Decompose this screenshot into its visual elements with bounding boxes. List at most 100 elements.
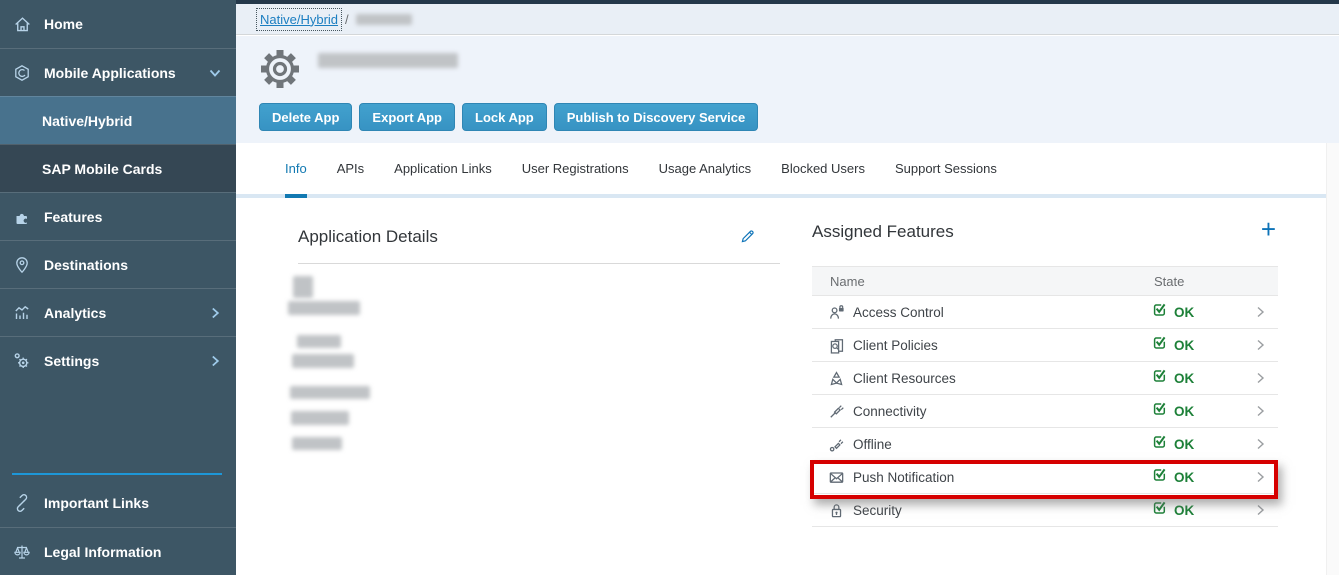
sidebar-item-label: Mobile Applications — [44, 65, 176, 81]
feature-state: OK — [1152, 467, 1194, 487]
redacted-app-name — [318, 53, 458, 68]
redacted-detail-value — [291, 411, 349, 425]
sidebar-footer: Important Links Legal Information — [0, 473, 236, 575]
feature-row-security[interactable]: Security OK — [812, 494, 1278, 527]
feature-state-text: OK — [1174, 338, 1194, 353]
redacted-detail-label — [292, 437, 342, 450]
sidebar-item-sap-mobile-cards[interactable]: SAP Mobile Cards — [0, 144, 236, 192]
redacted-detail-label — [297, 335, 341, 348]
sidebar-item-label: SAP Mobile Cards — [42, 161, 162, 177]
feature-row-offline[interactable]: Offline OK — [812, 428, 1278, 461]
chevron-right-icon — [1252, 502, 1268, 518]
feature-state-text: OK — [1174, 470, 1194, 485]
sidebar-item-native-hybrid[interactable]: Native/Hybrid — [0, 96, 236, 144]
export-app-button[interactable]: Export App — [359, 103, 455, 131]
mobile-applications-icon — [12, 63, 32, 83]
app-header: Delete App Export App Lock App Publish t… — [236, 36, 1339, 143]
breadcrumb: Native/Hybrid / — [236, 4, 1339, 35]
access-control-icon — [828, 304, 845, 321]
tab-application-links[interactable]: Application Links — [394, 143, 492, 198]
sidebar-item-features[interactable]: Features — [0, 192, 236, 240]
ok-state-icon — [1152, 368, 1167, 388]
content-area: Native/Hybrid / Delete App — [236, 0, 1339, 575]
feature-row-push-notification[interactable]: Push Notification OK — [812, 461, 1278, 494]
feature-name: Connectivity — [853, 404, 927, 419]
client-resources-icon — [828, 370, 845, 387]
publish-to-discovery-service-button[interactable]: Publish to Discovery Service — [554, 103, 758, 131]
sidebar-item-important-links[interactable]: Important Links — [0, 479, 236, 527]
sidebar-item-mobile-applications[interactable]: Mobile Applications — [0, 48, 236, 96]
feature-state-text: OK — [1174, 305, 1194, 320]
features-table: Name State — [812, 266, 1278, 527]
column-header-name: Name — [812, 274, 865, 289]
sidebar-item-label: Features — [44, 209, 102, 225]
assigned-features-header: Assigned Features + — [812, 222, 1278, 266]
chevron-right-icon — [1252, 304, 1268, 320]
home-icon — [12, 14, 32, 34]
feature-state-text: OK — [1174, 371, 1194, 386]
sap-mobile-services-window: Home Mobile Applications Native/Hybrid S… — [0, 0, 1339, 575]
sidebar-item-destinations[interactable]: Destinations — [0, 240, 236, 288]
tab-info[interactable]: Info — [285, 143, 307, 198]
add-feature-icon[interactable]: + — [1261, 216, 1276, 242]
feature-row-client-policies[interactable]: Client Policies OK — [812, 329, 1278, 362]
chevron-right-icon — [1252, 436, 1268, 452]
chevron-right-icon — [1252, 337, 1268, 353]
chevron-down-icon — [206, 64, 224, 82]
sidebar-item-label: Destinations — [44, 257, 128, 273]
sidebar-divider — [12, 473, 222, 475]
feature-row-access-control[interactable]: Access Control OK — [812, 296, 1278, 329]
feature-state: OK — [1152, 302, 1194, 322]
delete-app-button[interactable]: Delete App — [259, 103, 352, 131]
sidebar: Home Mobile Applications Native/Hybrid S… — [0, 0, 236, 575]
feature-name: Security — [853, 503, 902, 518]
redacted-detail-text — [288, 301, 360, 315]
redacted-breadcrumb-text — [356, 14, 412, 25]
breadcrumb-link-native-hybrid[interactable]: Native/Hybrid — [260, 12, 338, 27]
connectivity-icon — [828, 403, 845, 420]
destinations-icon — [12, 255, 32, 275]
feature-name: Client Policies — [853, 338, 938, 353]
sidebar-item-analytics[interactable]: Analytics — [0, 288, 236, 336]
feature-row-connectivity[interactable]: Connectivity OK — [812, 395, 1278, 428]
sidebar-item-label: Settings — [44, 353, 99, 369]
chevron-right-icon — [206, 304, 224, 322]
lock-app-button[interactable]: Lock App — [462, 103, 547, 131]
ok-state-icon — [1152, 467, 1167, 487]
tab-apis[interactable]: APIs — [337, 143, 364, 198]
tab-usage-analytics[interactable]: Usage Analytics — [659, 143, 752, 198]
scrollbar-track[interactable] — [1326, 143, 1339, 575]
chevron-right-icon — [1252, 403, 1268, 419]
ok-state-icon — [1152, 401, 1167, 421]
ok-state-icon — [1152, 434, 1167, 454]
sidebar-item-label: Home — [44, 16, 83, 32]
sidebar-item-home[interactable]: Home — [0, 0, 236, 48]
feature-state-text: OK — [1174, 437, 1194, 452]
pencil-icon[interactable] — [739, 228, 756, 245]
redacted-detail-value — [292, 354, 354, 368]
redacted-detail-avatar — [293, 276, 313, 298]
sidebar-item-label: Analytics — [44, 305, 106, 321]
feature-name: Offline — [853, 437, 892, 452]
sidebar-item-label: Legal Information — [44, 544, 161, 560]
feature-row-client-resources[interactable]: Client Resources OK — [812, 362, 1278, 395]
sidebar-item-legal-information[interactable]: Legal Information — [0, 527, 236, 575]
analytics-icon — [12, 303, 32, 323]
redacted-detail-label — [290, 386, 370, 399]
features-table-header: Name State — [812, 266, 1278, 296]
scales-icon — [12, 542, 32, 562]
sidebar-item-label: Important Links — [44, 495, 149, 511]
sidebar-item-settings[interactable]: Settings — [0, 336, 236, 384]
application-details-header: Application Details — [298, 218, 780, 264]
feature-state: OK — [1152, 368, 1194, 388]
ok-state-icon — [1152, 500, 1167, 520]
tab-user-registrations[interactable]: User Registrations — [522, 143, 629, 198]
sidebar-item-label: Native/Hybrid — [42, 113, 132, 129]
feature-state-text: OK — [1174, 503, 1194, 518]
header-actions: Delete App Export App Lock App Publish t… — [259, 103, 758, 131]
chevron-right-icon — [206, 352, 224, 370]
tab-blocked-users[interactable]: Blocked Users — [781, 143, 865, 198]
ok-state-icon — [1152, 335, 1167, 355]
tab-support-sessions[interactable]: Support Sessions — [895, 143, 997, 198]
feature-state-text: OK — [1174, 404, 1194, 419]
